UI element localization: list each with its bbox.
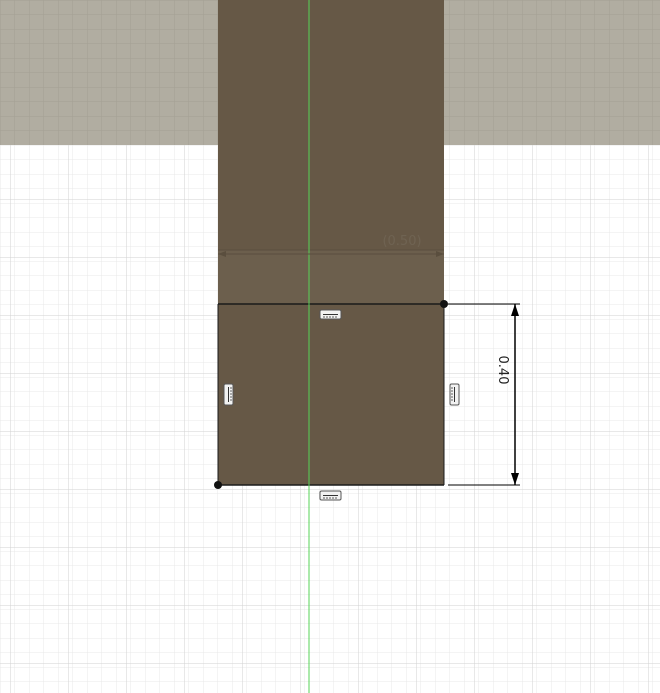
sketch-profile[interactable] — [217, 303, 445, 486]
extruded-body[interactable] — [218, 0, 444, 304]
vertical-constraint-icon[interactable] — [449, 383, 460, 406]
horizontal-constraint-icon[interactable] — [319, 490, 342, 501]
horizontal-constraint-icon[interactable] — [319, 309, 342, 320]
height-dimension-label: 0.40 — [495, 356, 510, 385]
sketch-point[interactable] — [214, 481, 222, 489]
sketch-point[interactable] — [440, 300, 448, 308]
sketch-canvas[interactable]: (0.50) 0.40 — [0, 0, 660, 693]
vertical-constraint-icon[interactable] — [223, 383, 234, 406]
reference-width-label: (0.50) — [382, 234, 421, 249]
